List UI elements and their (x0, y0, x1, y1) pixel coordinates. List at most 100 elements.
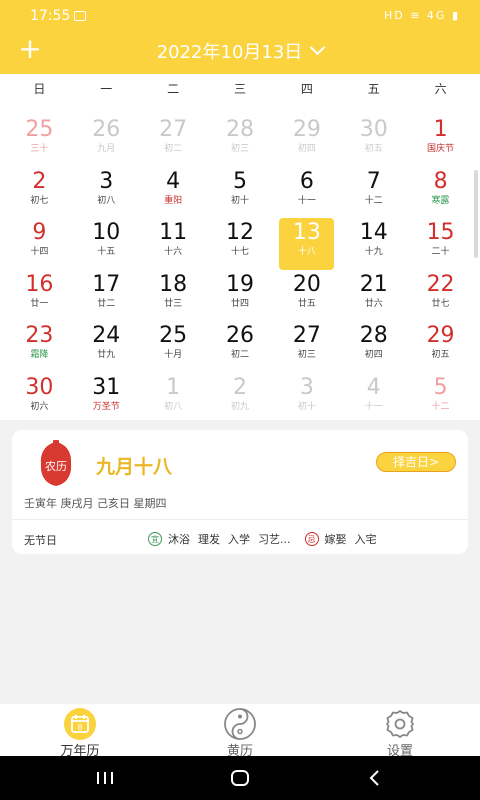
lunar-day-label: 十六 (164, 247, 183, 257)
day-cell[interactable]: 30 初六 (6, 372, 73, 424)
recent-apps-icon[interactable] (90, 766, 120, 790)
svg-text:农历: 农历 (45, 459, 67, 473)
day-number: 4 (166, 168, 181, 194)
day-number: 30 (359, 117, 388, 142)
lunar-day-label: 初三 (297, 350, 316, 360)
day-detail-card: 农历 九月十八 择吉日> 壬寅年 庚戌月 己亥日 星期四 无节日 宜 沐浴 理发… (12, 430, 468, 554)
day-number: 16 (25, 271, 54, 297)
day-cell[interactable]: 4 重阳 (140, 166, 207, 218)
yi-item: 理发 (198, 533, 220, 546)
weekday-label: 六 (434, 82, 447, 96)
day-cell[interactable]: 23 霜降 (6, 320, 73, 372)
day-cell[interactable]: 28 初四 (340, 320, 407, 372)
ganzhi-info: 壬寅年 庚戌月 己亥日 星期四 (24, 497, 167, 510)
day-cell[interactable]: 26 九月 (73, 114, 140, 166)
day-cell[interactable]: 22 廿七 (407, 269, 474, 321)
day-number: 5 (232, 168, 247, 194)
tab-almanac[interactable]: 黄历 (190, 706, 290, 759)
ji-item: 嫁娶 (324, 533, 347, 546)
day-cell[interactable]: 10 十五 (73, 217, 140, 269)
lunar-day-label: 十一 (364, 401, 383, 412)
day-cell[interactable]: 27 初二 (140, 114, 207, 166)
day-cell[interactable]: 12 十七 (207, 217, 274, 269)
day-cell[interactable]: 14 十九 (340, 217, 407, 269)
day-number: 27 (159, 117, 188, 142)
back-icon[interactable] (360, 766, 390, 790)
day-cell-selected[interactable]: 13 十八 (273, 217, 340, 269)
lunar-day-label: 十四 (30, 247, 49, 257)
ji-item: 入宅 (354, 533, 377, 546)
lunar-day-label: 十月 (164, 350, 183, 360)
lunar-day-label: 初二 (230, 350, 249, 360)
day-cell[interactable]: 2 初七 (6, 166, 73, 218)
day-number: 29 (292, 117, 321, 142)
day-cell[interactable]: 1 初八 (140, 372, 207, 424)
day-cell[interactable]: 16 廿一 (6, 269, 73, 321)
day-cell[interactable]: 26 初二 (207, 320, 274, 372)
tab-settings[interactable]: 设置 (350, 706, 450, 759)
day-cell[interactable]: 18 廿三 (140, 269, 207, 321)
day-cell[interactable]: 21 廿六 (340, 269, 407, 321)
day-cell[interactable]: 5 初十 (207, 166, 274, 218)
day-cell[interactable]: 2 初九 (207, 372, 274, 424)
day-cell[interactable]: 29 初五 (407, 320, 474, 372)
lunar-day-label: 初二 (164, 144, 183, 154)
calendar-icon: 8 (64, 708, 96, 740)
day-cell[interactable]: 19 廿四 (207, 269, 274, 321)
lunar-day-label: 初三 (230, 144, 249, 154)
day-cell[interactable]: 7 十二 (340, 166, 407, 218)
day-cell[interactable]: 25 三十 (6, 114, 73, 166)
day-cell[interactable]: 25 十月 (140, 320, 207, 372)
lunar-date-title: 九月十八 (96, 456, 173, 478)
lunar-day-label: 廿七 (431, 298, 450, 309)
system-status-icons: HD ≋ 4G ▮ (383, 9, 460, 22)
day-cell[interactable]: 11 十六 (140, 217, 207, 269)
day-cell[interactable]: 9 十四 (6, 217, 73, 269)
day-cell[interactable]: 28 初三 (207, 114, 274, 166)
day-summary-row: 无节日 宜 沐浴 理发 入学 习艺... 忌 嫁娶 入宅 (24, 530, 456, 548)
divider (12, 519, 468, 520)
day-cell[interactable]: 3 初十 (273, 372, 340, 424)
yi-ji-list: 宜 沐浴 理发 入学 习艺... 忌 嫁娶 入宅 (148, 530, 385, 548)
day-cell[interactable]: 27 初三 (273, 320, 340, 372)
day-cell[interactable]: 5 十二 (407, 372, 474, 424)
lunar-day-label: 廿五 (297, 298, 316, 309)
home-icon[interactable] (225, 766, 255, 790)
weekday-label: 二 (167, 82, 180, 96)
status-bar: 17:55 HD ≋ 4G ▮ (0, 0, 480, 34)
day-number: 8 (433, 168, 448, 194)
day-cell[interactable]: 29 初四 (273, 114, 340, 166)
day-cell[interactable]: 15 二十 (407, 217, 474, 269)
scrollbar[interactable] (474, 170, 478, 258)
day-cell[interactable]: 24 廿九 (73, 320, 140, 372)
day-number: 1 (166, 374, 181, 400)
day-number: 2 (32, 168, 47, 194)
tab-calendar[interactable]: 8 万年历 (30, 706, 130, 759)
day-cell[interactable]: 20 廿五 (273, 269, 340, 321)
day-number: 27 (292, 323, 321, 348)
day-number: 3 (99, 168, 114, 194)
pick-auspicious-day-button[interactable]: 择吉日> (376, 452, 456, 472)
status-time: 17:55 (30, 8, 71, 24)
day-number: 3 (299, 374, 314, 400)
yi-item: 沐浴 (168, 533, 190, 546)
day-number: 25 (25, 117, 54, 142)
day-number: 11 (159, 220, 188, 245)
day-number: 6 (299, 168, 314, 194)
day-cell[interactable]: 3 初八 (73, 166, 140, 218)
lunar-day-label: 廿六 (364, 298, 383, 309)
day-number: 20 (292, 271, 321, 297)
day-cell[interactable]: 1 国庆节 (407, 114, 474, 166)
date-picker-title[interactable]: 2022年10月13日 (0, 38, 480, 64)
day-cell[interactable]: 30 初五 (340, 114, 407, 166)
lunar-day-label: 十二 (364, 195, 383, 206)
day-cell[interactable]: 8 寒露 (407, 166, 474, 218)
lunar-day-label: 十八 (297, 247, 316, 257)
day-number: 22 (426, 271, 455, 297)
yi-item: 入学 (228, 533, 250, 546)
day-cell[interactable]: 17 廿二 (73, 269, 140, 321)
day-cell[interactable]: 6 十一 (273, 166, 340, 218)
day-number: 1 (433, 117, 448, 142)
day-cell[interactable]: 31 万圣节 (73, 372, 140, 424)
day-cell[interactable]: 4 十一 (340, 372, 407, 424)
